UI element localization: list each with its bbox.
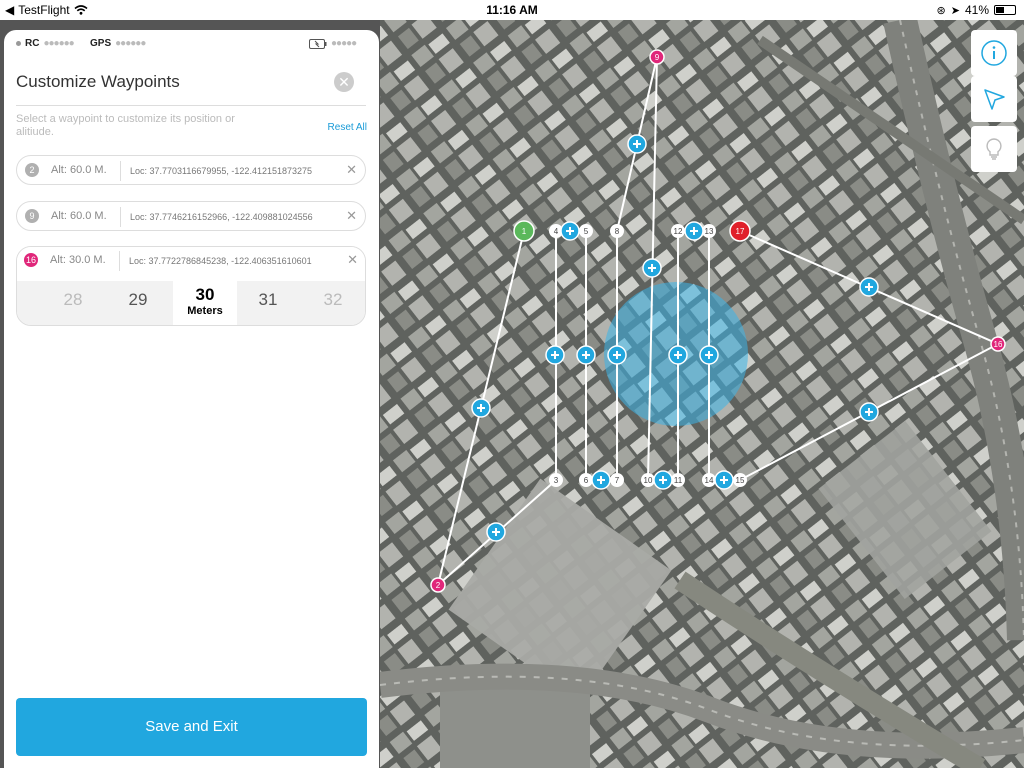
selected-waypoint-row[interactable]: 16 Alt: 30.0 M. Loc: 37.7722786845238, -… <box>16 246 366 326</box>
waypoint-altitude: Alt: 60.0 M. <box>51 210 107 222</box>
waypoint-location: Loc: 37.7746216152966, -122.409881024556 <box>130 212 313 222</box>
gps-signal-icon: ●●●●●● <box>115 38 146 49</box>
waypoint-row[interactable]: 9 Alt: 60.0 M. Loc: 37.7746216152966, -1… <box>16 201 366 231</box>
waypoint-badge: 16 <box>24 253 38 267</box>
selected-waypoint-header[interactable]: 16 Alt: 30.0 M. Loc: 37.7722786845238, -… <box>17 247 365 276</box>
rc-label: RC <box>25 38 40 49</box>
add-waypoint-icon[interactable] <box>859 402 879 422</box>
orientation-lock-icon: ⊛ <box>936 4 946 17</box>
back-to-app[interactable]: ◀ TestFlight <box>5 3 88 17</box>
add-waypoint-icon[interactable] <box>642 258 662 278</box>
remove-waypoint-icon[interactable]: ✕ <box>347 252 358 268</box>
remove-waypoint-icon[interactable]: ✕ <box>346 208 357 224</box>
save-and-exit-button[interactable]: Save and Exit <box>16 698 367 756</box>
altitude-unit: Meters <box>187 305 223 317</box>
altitude-picker[interactable]: 28 29 30 Meters 31 32 <box>17 281 365 325</box>
lightbulb-icon <box>986 138 1002 160</box>
add-waypoint-icon[interactable] <box>607 345 627 365</box>
add-waypoint-icon[interactable] <box>591 470 611 490</box>
panel-title: Customize Waypoints <box>16 72 180 91</box>
waypoint-row[interactable]: 2 Alt: 60.0 M. Loc: 37.7703116679955, -1… <box>16 155 366 185</box>
svg-text:1: 1 <box>522 227 527 236</box>
svg-text:2: 2 <box>436 581 441 590</box>
svg-text:14: 14 <box>705 476 714 485</box>
panel-hint: Select a waypoint to customize its posit… <box>16 113 235 138</box>
satellite-map[interactable]: 3 4 5 6 7 8 10 11 12 13 14 15 2 9 16 1 1… <box>380 20 1024 768</box>
add-waypoint-icon[interactable] <box>560 221 580 241</box>
svg-text:15: 15 <box>736 476 745 485</box>
divider <box>119 251 120 271</box>
customize-waypoints-panel: RC ●●●●●● GPS ●●●●●● ●●●●● Customize Way… <box>4 30 379 768</box>
info-icon <box>981 40 1007 66</box>
battery-icon <box>994 5 1016 15</box>
svg-text:8: 8 <box>615 227 620 236</box>
waypoint-altitude: Alt: 30.0 M. <box>50 254 106 266</box>
add-waypoint-icon[interactable] <box>684 221 704 241</box>
svg-text:11: 11 <box>674 476 683 485</box>
altitude-option[interactable]: 32 <box>303 290 363 310</box>
rc-status-dot-icon <box>16 41 21 46</box>
add-waypoint-icon[interactable] <box>627 134 647 154</box>
altitude-selected-value: 30 <box>195 285 215 304</box>
altitude-option[interactable]: 29 <box>108 290 168 310</box>
add-waypoint-icon[interactable] <box>714 470 734 490</box>
add-waypoint-icon[interactable] <box>699 345 719 365</box>
tips-button[interactable] <box>971 126 1017 172</box>
altitude-option[interactable]: 28 <box>43 290 103 310</box>
waypoint-badge: 2 <box>25 163 39 177</box>
waypoint-location: Loc: 37.7703116679955, -122.412151873275 <box>130 166 313 176</box>
svg-text:6: 6 <box>584 476 589 485</box>
rc-signal-icon: ●●●●●● <box>43 38 74 49</box>
svg-text:16: 16 <box>994 340 1003 349</box>
divider <box>120 161 121 181</box>
svg-text:7: 7 <box>615 476 620 485</box>
status-time: 11:16 AM <box>486 3 538 17</box>
status-bar: ◀ TestFlight 11:16 AM ⊛ ➤ 41% <box>0 0 1024 20</box>
navigate-button[interactable] <box>971 76 1017 122</box>
svg-text:13: 13 <box>705 227 714 236</box>
add-waypoint-icon[interactable] <box>545 345 565 365</box>
svg-text:4: 4 <box>554 227 559 236</box>
signal-bar: RC ●●●●●● GPS ●●●●●● ●●●●● <box>4 30 379 58</box>
info-button[interactable] <box>971 30 1017 76</box>
drone-battery-icon <box>309 38 327 49</box>
location-arrow-icon: ➤ <box>950 4 960 17</box>
close-icon: ✕ <box>338 74 350 90</box>
divider <box>120 207 121 227</box>
add-waypoint-icon[interactable] <box>576 345 596 365</box>
back-chevron-icon: ◀ <box>5 3 15 17</box>
altitude-option[interactable]: 31 <box>238 290 298 310</box>
svg-text:17: 17 <box>736 227 745 236</box>
gps-label: GPS <box>90 38 112 49</box>
back-app-label: TestFlight <box>18 3 70 17</box>
svg-text:10: 10 <box>644 476 653 485</box>
wifi-icon <box>74 5 88 15</box>
close-button[interactable]: ✕ <box>334 72 354 92</box>
svg-text:3: 3 <box>554 476 559 485</box>
waypoint-badge: 9 <box>25 209 39 223</box>
svg-text:9: 9 <box>655 53 660 62</box>
add-waypoint-icon[interactable] <box>471 398 491 418</box>
add-waypoint-icon[interactable] <box>653 470 673 490</box>
waypoint-altitude: Alt: 60.0 M. <box>51 164 107 176</box>
add-waypoint-icon[interactable] <box>859 277 879 297</box>
altitude-selected[interactable]: 30 Meters <box>173 281 237 325</box>
divider <box>16 105 366 106</box>
remove-waypoint-icon[interactable]: ✕ <box>346 162 357 178</box>
svg-text:12: 12 <box>674 227 683 236</box>
drone-battery-dots-icon: ●●●●● <box>331 38 357 49</box>
navigation-arrow-icon <box>984 89 1005 110</box>
add-waypoint-icon[interactable] <box>486 522 506 542</box>
waypoint-location: Loc: 37.7722786845238, -122.406351610601 <box>129 256 312 266</box>
reset-all-button[interactable]: Reset All <box>328 122 367 133</box>
svg-text:5: 5 <box>584 227 589 236</box>
battery-percent: 41% <box>964 3 989 17</box>
add-waypoint-icon[interactable] <box>668 345 688 365</box>
